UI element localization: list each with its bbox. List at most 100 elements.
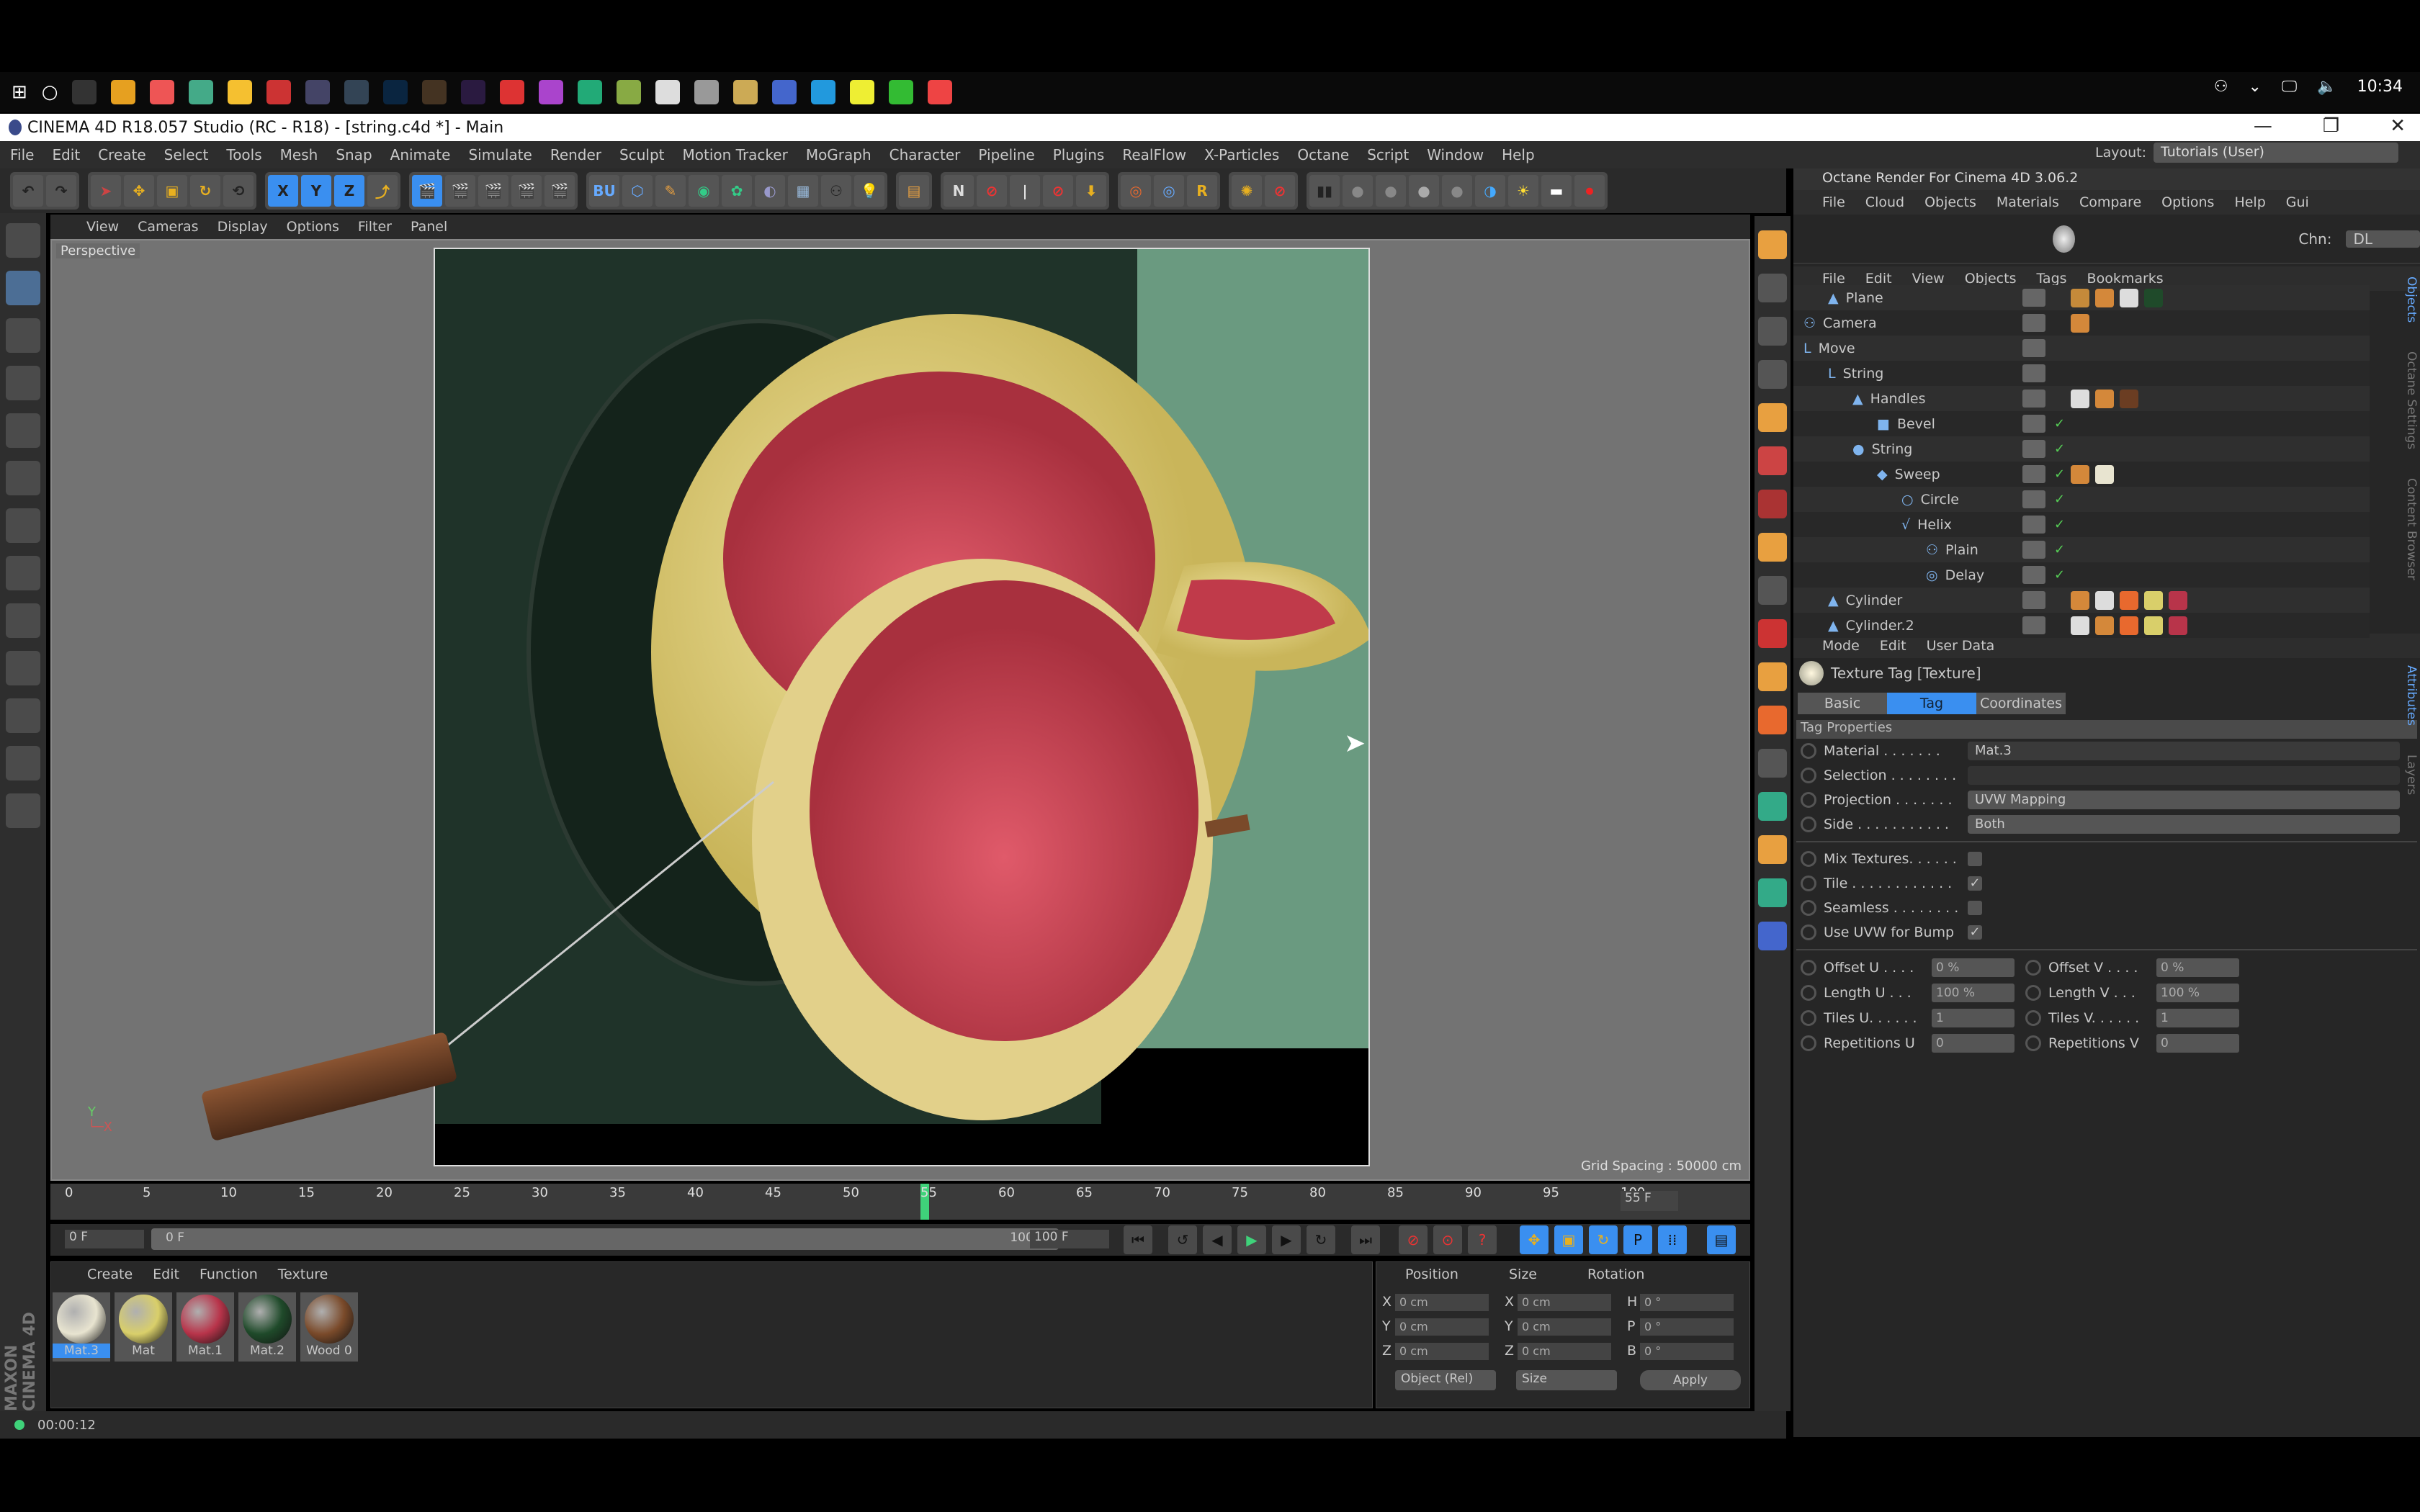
tag-icon[interactable] xyxy=(2144,288,2163,307)
app-icon[interactable] xyxy=(539,80,564,104)
projection-dropdown[interactable]: UVW Mapping xyxy=(1968,791,2400,809)
animate-radio[interactable] xyxy=(1801,816,1816,832)
sun-icon[interactable]: ☀ xyxy=(1508,175,1538,207)
enabled-check-icon[interactable]: ✓ xyxy=(2054,517,2065,532)
next-key-icon[interactable]: ↻ xyxy=(1307,1225,1335,1254)
animate-radio[interactable] xyxy=(1801,876,1816,891)
menu-select[interactable]: Select xyxy=(164,146,209,163)
animate-radio[interactable] xyxy=(1801,1035,1816,1051)
plugin-icon[interactable] xyxy=(1758,706,1787,734)
animate-radio[interactable] xyxy=(1801,984,1816,1001)
object-row[interactable]: ▲ Cylinder.2 xyxy=(1793,613,2370,638)
rect-light-icon[interactable]: ▬ xyxy=(1541,175,1572,207)
cube-icon[interactable] xyxy=(1758,878,1787,907)
animate-radio[interactable] xyxy=(1801,900,1816,916)
pos-y-field[interactable]: 0 cm xyxy=(1395,1318,1489,1336)
animate-radio[interactable] xyxy=(1801,792,1816,808)
menu-window[interactable]: Window xyxy=(1427,146,1484,163)
camera-icon[interactable]: ⚇ xyxy=(821,175,851,207)
object-row[interactable]: ■ Bevel ✓ xyxy=(1793,411,2370,436)
cube-icon[interactable] xyxy=(1758,835,1787,864)
tag-icon[interactable] xyxy=(2169,616,2187,635)
menu-file[interactable]: File xyxy=(10,146,34,163)
use-uvw-bump-checkbox[interactable]: ✓ xyxy=(1968,925,1982,940)
plugin-icon[interactable] xyxy=(1758,749,1787,778)
tag-icon[interactable] xyxy=(2071,288,2089,307)
previous-frame-icon[interactable]: ◀ xyxy=(1203,1225,1232,1254)
octane-menu-objects[interactable]: Objects xyxy=(1924,194,1976,210)
render-queue-icon[interactable]: 🎬 xyxy=(544,175,575,207)
octane-menu-gui[interactable]: Gui xyxy=(2286,194,2309,210)
tag-icon[interactable] xyxy=(2095,464,2114,484)
tab-tag[interactable]: Tag xyxy=(1887,693,1976,714)
skype-icon[interactable] xyxy=(811,80,836,104)
points-mode-icon[interactable] xyxy=(6,413,40,448)
seamless-checkbox[interactable] xyxy=(1968,901,1982,915)
tag-icon[interactable] xyxy=(2071,616,2089,635)
rot-h-field[interactable]: 0 ° xyxy=(1640,1294,1734,1311)
layout-dropdown[interactable]: Tutorials (User) xyxy=(2154,143,2398,163)
plugin-icon[interactable] xyxy=(1758,576,1787,605)
enabled-check-icon[interactable]: ✓ xyxy=(2054,441,2065,456)
plugin-icon[interactable] xyxy=(1758,490,1787,518)
material-swatch[interactable]: Mat xyxy=(115,1292,172,1362)
edit-render-settings-icon[interactable]: 🎬 xyxy=(478,175,508,207)
material-menu-edit[interactable]: Edit xyxy=(153,1266,179,1282)
tiles-v-field[interactable]: 1 xyxy=(2156,1008,2239,1027)
app-icon[interactable] xyxy=(655,80,681,104)
autokey-icon[interactable]: ⊙ xyxy=(1433,1225,1462,1254)
app-icon[interactable] xyxy=(266,80,292,104)
floor-icon[interactable]: ▦ xyxy=(788,175,818,207)
layer-visibility-icon[interactable] xyxy=(2022,465,2045,483)
tiles-u-field[interactable]: 1 xyxy=(1932,1008,2015,1027)
tile-checkbox[interactable]: ✓ xyxy=(1968,876,1982,891)
z-axis-button[interactable]: Z xyxy=(334,175,364,207)
axis-mode-icon[interactable] xyxy=(6,556,40,590)
offset-u-field[interactable]: 0 % xyxy=(1932,958,2015,977)
no-entry-icon[interactable]: ⊘ xyxy=(1043,175,1073,207)
object-row[interactable]: √ Helix ✓ xyxy=(1793,512,2370,537)
size-z-field[interactable]: 0 cm xyxy=(1518,1343,1611,1360)
tag-icon[interactable] xyxy=(2095,288,2114,307)
tab-coordinates[interactable]: Coordinates xyxy=(1976,693,2066,714)
deformer-icon[interactable]: ◐ xyxy=(755,175,785,207)
layer-visibility-icon[interactable] xyxy=(2022,490,2045,508)
previous-key-icon[interactable]: ↺ xyxy=(1168,1225,1197,1254)
animate-radio[interactable] xyxy=(2025,1035,2041,1051)
size-y-field[interactable]: 0 cm xyxy=(1518,1318,1611,1336)
menu-sculpt[interactable]: Sculpt xyxy=(619,146,664,163)
select-tool-icon[interactable]: ➤ xyxy=(91,175,121,207)
menu-tools[interactable]: Tools xyxy=(226,146,261,163)
tag-icon[interactable] xyxy=(2071,590,2089,610)
tweak-mode-icon[interactable] xyxy=(6,603,40,638)
octane-menu-file[interactable]: File xyxy=(1822,194,1845,210)
tag-icon[interactable] xyxy=(2120,389,2138,408)
download-icon[interactable]: ⬇ xyxy=(1076,175,1106,207)
keyframe-selection-icon[interactable]: ? xyxy=(1468,1225,1497,1254)
object-row[interactable]: ⚇ Plain ✓ xyxy=(1793,537,2370,562)
menu-pipeline[interactable]: Pipeline xyxy=(978,146,1034,163)
menu-mograph[interactable]: MoGraph xyxy=(806,146,871,163)
menu-edit[interactable]: Edit xyxy=(52,146,80,163)
viewport-menu-filter[interactable]: Filter xyxy=(358,219,392,235)
make-editable-icon[interactable] xyxy=(6,223,40,258)
app-icon[interactable] xyxy=(850,80,875,104)
layer-visibility-icon[interactable] xyxy=(2022,440,2045,458)
tag-icon[interactable] xyxy=(2120,288,2138,307)
objects-menu-objects[interactable]: Objects xyxy=(1965,271,2017,287)
tag-icon[interactable] xyxy=(2144,616,2163,635)
side-dropdown[interactable]: Both xyxy=(1968,815,2400,834)
object-row[interactable]: ◎ Delay ✓ xyxy=(1793,562,2370,588)
sphere-icon[interactable]: ● xyxy=(1343,175,1373,207)
redo-icon[interactable]: ↷ xyxy=(46,175,76,207)
layer-visibility-icon[interactable] xyxy=(2022,591,2045,609)
menu-help[interactable]: Help xyxy=(1502,146,1535,163)
app-icon[interactable] xyxy=(500,80,525,104)
layer-visibility-icon[interactable] xyxy=(2022,516,2045,534)
menu-motion-tracker[interactable]: Motion Tracker xyxy=(683,146,788,163)
end-frame-field[interactable]: 100 F xyxy=(1030,1230,1109,1248)
workplane-icon[interactable] xyxy=(6,366,40,400)
tag-icon[interactable] xyxy=(2095,590,2114,610)
polygons-mode-icon[interactable] xyxy=(6,508,40,543)
cinema4d-taskbar-icon[interactable] xyxy=(305,80,331,104)
